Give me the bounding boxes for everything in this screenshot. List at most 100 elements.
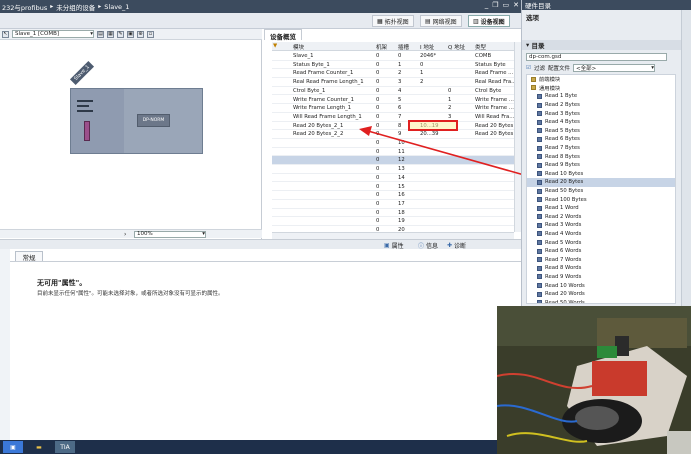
catalog-item[interactable]: Read 8 Bytes	[527, 152, 675, 161]
catalog-item[interactable]: Read 5 Words	[527, 238, 675, 247]
table-row[interactable]: 0 19	[272, 217, 514, 226]
breadcrumb-device[interactable]: Slave_1	[104, 3, 129, 11]
tab-info[interactable]: ⓘ 信息	[418, 241, 438, 250]
catalog-item[interactable]: Read 4 Words	[527, 230, 675, 239]
table-row[interactable]: 0 11	[272, 148, 514, 157]
catalog-item[interactable]: Read 20 Words	[527, 290, 675, 299]
window-controls: _ ❐ ▭ ✕	[485, 1, 519, 9]
col-module[interactable]: 模块	[293, 43, 304, 51]
catalog-item[interactable]: Read 50 Words	[527, 298, 675, 303]
col-i-address[interactable]: I 地址	[420, 43, 434, 51]
zoom-icon[interactable]: ⊕	[137, 30, 144, 38]
tab-general[interactable]: 常规	[15, 251, 43, 262]
catalog-section[interactable]: ▾ 目录	[522, 40, 691, 50]
catalog-item[interactable]: Read 2 Words	[527, 213, 675, 222]
catalog-item[interactable]: Read 10 Words	[527, 281, 675, 290]
device-select[interactable]: Slave_1 [COMB] ▾	[12, 30, 94, 38]
cell-rack: 0	[376, 148, 380, 155]
minimize-icon[interactable]: _	[485, 1, 489, 9]
catalog-item[interactable]: Read 5 Bytes	[527, 127, 675, 136]
catalog-item-label: Read 1 Byte	[545, 93, 578, 100]
table-row[interactable]: Ctrol Byte_1 0 4 0 Ctrol Byte	[272, 87, 514, 96]
edit-tool-icon[interactable]: ✎	[117, 30, 124, 38]
catalog-item[interactable]: Read 9 Bytes	[527, 161, 675, 170]
catalog-item[interactable]: Read 1 Byte	[527, 92, 675, 101]
col-rack[interactable]: 机架	[376, 43, 387, 51]
catalog-item[interactable]: Read 7 Bytes	[527, 144, 675, 153]
table-row[interactable]: 0 10	[272, 139, 514, 148]
table-row[interactable]: Read 20 Bytes_2_2 0 9 20...39 Read 20 Bytes	[272, 130, 514, 139]
start-icon[interactable]: ▣	[3, 441, 23, 453]
table-row[interactable]: Real Read Frame Length_1 0 3 2 Real Read Fra…	[272, 78, 516, 87]
cell-rack: 0	[376, 87, 380, 94]
checkbox-icon[interactable]: ☑	[526, 65, 531, 71]
table-row[interactable]: Status Byte_1 0 1 0 Status Byte	[272, 61, 514, 70]
table-row[interactable]: Slave_1 0 0 2046* COMB	[272, 52, 514, 61]
filter-icon[interactable]: ▼	[273, 43, 277, 49]
catalog-folder[interactable]: 前端模块	[527, 75, 675, 84]
select-tool-icon[interactable]: ↖	[2, 30, 9, 38]
cell-module: Read Frame Counter_1	[293, 70, 354, 77]
page-tool-icon[interactable]: ▣	[127, 30, 134, 38]
table-row[interactable]: 0 18	[272, 209, 514, 218]
catalog-item[interactable]: Read 10 Bytes	[527, 170, 675, 179]
catalog-search-input[interactable]: dp-com.gsd	[526, 53, 667, 61]
catalog-item[interactable]: Read 9 Words	[527, 273, 675, 282]
col-q-address[interactable]: Q 地址	[448, 43, 465, 51]
tab-diagnostics[interactable]: ✚ 诊断	[447, 241, 466, 250]
grid-tool-icon[interactable]: ▦	[107, 30, 114, 38]
col-slot[interactable]: 插槽	[398, 43, 409, 51]
table-row[interactable]: Write Frame Length_1 0 6 2 Write Frame ...	[272, 104, 514, 113]
overview-scrollbar[interactable]	[514, 42, 521, 232]
tab-properties[interactable]: ▣ 属性	[384, 241, 404, 250]
table-row[interactable]: 0 15	[272, 183, 514, 192]
dp-norm-card[interactable]: DP-NORM	[137, 114, 170, 127]
catalog-item[interactable]: Read 1 Word	[527, 204, 675, 213]
catalog-item[interactable]: Read 3 Bytes	[527, 109, 675, 118]
table-row[interactable]: Will Read Frame Length_1 0 7 3 Will Read Fra…	[272, 113, 514, 122]
network-view-button[interactable]: ▤ 网络视图	[420, 15, 462, 27]
topology-view-button[interactable]: ▦ 拓扑视图	[372, 15, 414, 27]
breadcrumb-group[interactable]: 未分组的设备	[56, 2, 95, 12]
catalog-item[interactable]: Read 6 Bytes	[527, 135, 675, 144]
catalog-item[interactable]: Read 7 Words	[527, 255, 675, 264]
table-row[interactable]: 0 17	[272, 200, 514, 209]
restore-icon[interactable]: ❐	[492, 1, 498, 9]
float-icon[interactable]: ▭	[503, 1, 510, 9]
catalog-item[interactable]: Read 4 Bytes	[527, 118, 675, 127]
catalog-item[interactable]: Read 100 Bytes	[527, 195, 675, 204]
device-rack[interactable]: Slave_1 DP-NORM	[69, 60, 203, 154]
catalog-item[interactable]: Read 2 Bytes	[527, 101, 675, 110]
zoom-select[interactable]: 100% ▾	[134, 230, 206, 238]
device-head-module[interactable]	[71, 89, 124, 153]
table-row[interactable]: 0 16	[272, 191, 514, 200]
tia-portal-icon[interactable]: TIA	[55, 441, 75, 453]
profile-select[interactable]: <全部> ▾	[572, 64, 655, 72]
scroll-right-icon[interactable]: ›	[124, 231, 126, 238]
cell-type: Ctrol Byte	[475, 87, 502, 94]
device-view-button[interactable]: ▥ 设备视图	[468, 15, 510, 27]
close-icon[interactable]: ✕	[513, 1, 519, 9]
col-type[interactable]: 类型	[475, 43, 486, 51]
table-row[interactable]: 0 14	[272, 174, 514, 183]
catalog-item[interactable]: Read 8 Words	[527, 264, 675, 273]
catalog-item[interactable]: Read 3 Words	[527, 221, 675, 230]
folder-icon[interactable]: ▬	[29, 441, 49, 453]
catalog-item[interactable]: Read 6 Words	[527, 247, 675, 256]
table-row[interactable]: Read 20 Bytes_2_10810...19Read 20 Bytes	[272, 122, 514, 131]
catalog-item-label: Read 100 Bytes	[545, 196, 587, 203]
table-row[interactable]: 0 13	[272, 165, 514, 174]
tab-device-overview[interactable]: 设备概览	[264, 29, 302, 41]
overview-hscrollbar[interactable]	[272, 232, 514, 239]
catalog-item[interactable]: Read 20 Bytes	[527, 178, 675, 187]
catalog-item[interactable]: Read 50 Bytes	[527, 187, 675, 196]
side-tab-strip[interactable]	[681, 10, 691, 306]
table-row[interactable]: 0 12	[272, 156, 514, 166]
table-row[interactable]: Write Frame Counter_1 0 5 1 Write Frame ...	[272, 96, 514, 105]
fit-icon[interactable]: ▫	[147, 30, 154, 38]
overview-header: ▼ 模块 机架 插槽 I 地址 Q 地址 类型	[272, 42, 521, 51]
properties-tool-icon[interactable]: ▤	[97, 30, 104, 38]
catalog-folder[interactable]: 通用模块	[527, 84, 675, 93]
breadcrumb-project[interactable]: 232与profibus	[2, 2, 47, 12]
table-row[interactable]: Read Frame Counter_1 0 2 1 Read Frame ...	[272, 69, 514, 79]
